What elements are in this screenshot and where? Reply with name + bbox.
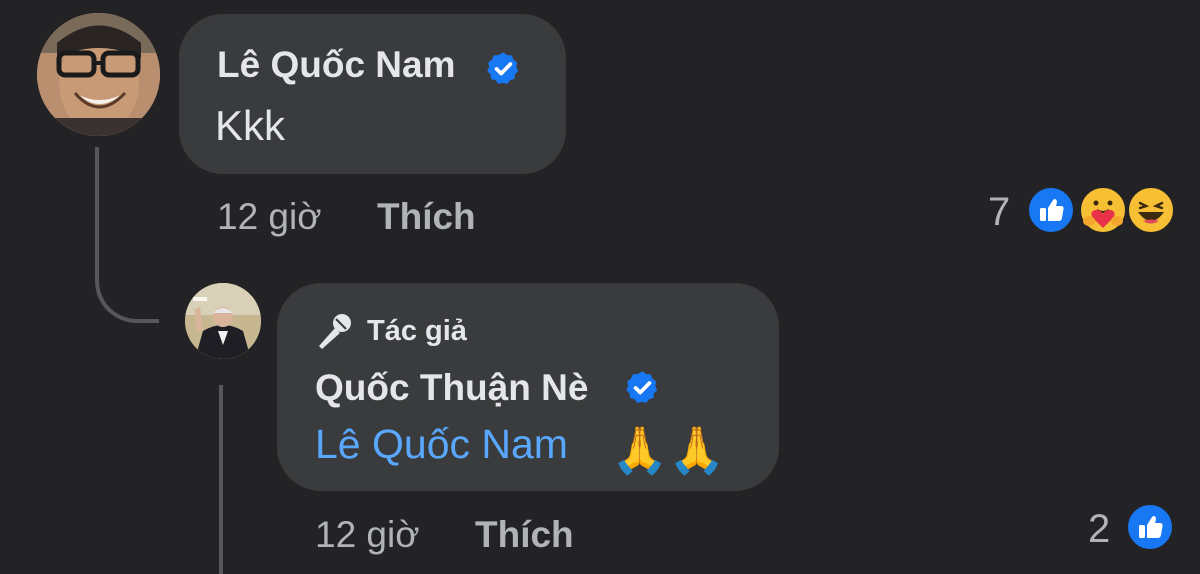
like-icon[interactable] — [1125, 502, 1175, 552]
thread-connector — [95, 147, 159, 323]
like-icon — [1026, 185, 1076, 235]
comment-bubble: Lê Quốc Nam Kkk — [179, 14, 566, 174]
haha-icon — [1126, 185, 1176, 235]
verified-badge-icon — [485, 50, 522, 87]
care-icon — [1078, 185, 1128, 235]
microphone-icon — [315, 311, 355, 351]
like-button[interactable]: Thích — [475, 514, 574, 556]
avatar[interactable] — [37, 13, 160, 136]
reply-author-name[interactable]: Quốc Thuận Nè — [315, 367, 588, 409]
comment-text: Kkk — [215, 102, 286, 149]
mention-link[interactable]: Lê Quốc Nam — [315, 421, 568, 468]
reply-bubble: Tác giả Quốc Thuận Nè Lê Quốc Nam 🙏🙏 — [277, 283, 779, 491]
like-button[interactable]: Thích — [377, 196, 476, 238]
thread-connector — [219, 385, 223, 574]
comment-timestamp[interactable]: 12 giờ — [217, 196, 322, 238]
reaction-count[interactable]: 7 — [988, 190, 1010, 235]
reaction-summary[interactable] — [1026, 185, 1181, 237]
avatar[interactable] — [185, 283, 261, 359]
reply-timestamp[interactable]: 12 giờ — [315, 514, 420, 556]
comment-author-name[interactable]: Lê Quốc Nam — [217, 44, 456, 86]
praying-hands-emoji: 🙏🙏 — [611, 423, 726, 477]
author-badge-label: Tác giả — [367, 315, 467, 347]
verified-badge-icon — [624, 369, 661, 406]
reaction-count[interactable]: 2 — [1088, 507, 1110, 552]
